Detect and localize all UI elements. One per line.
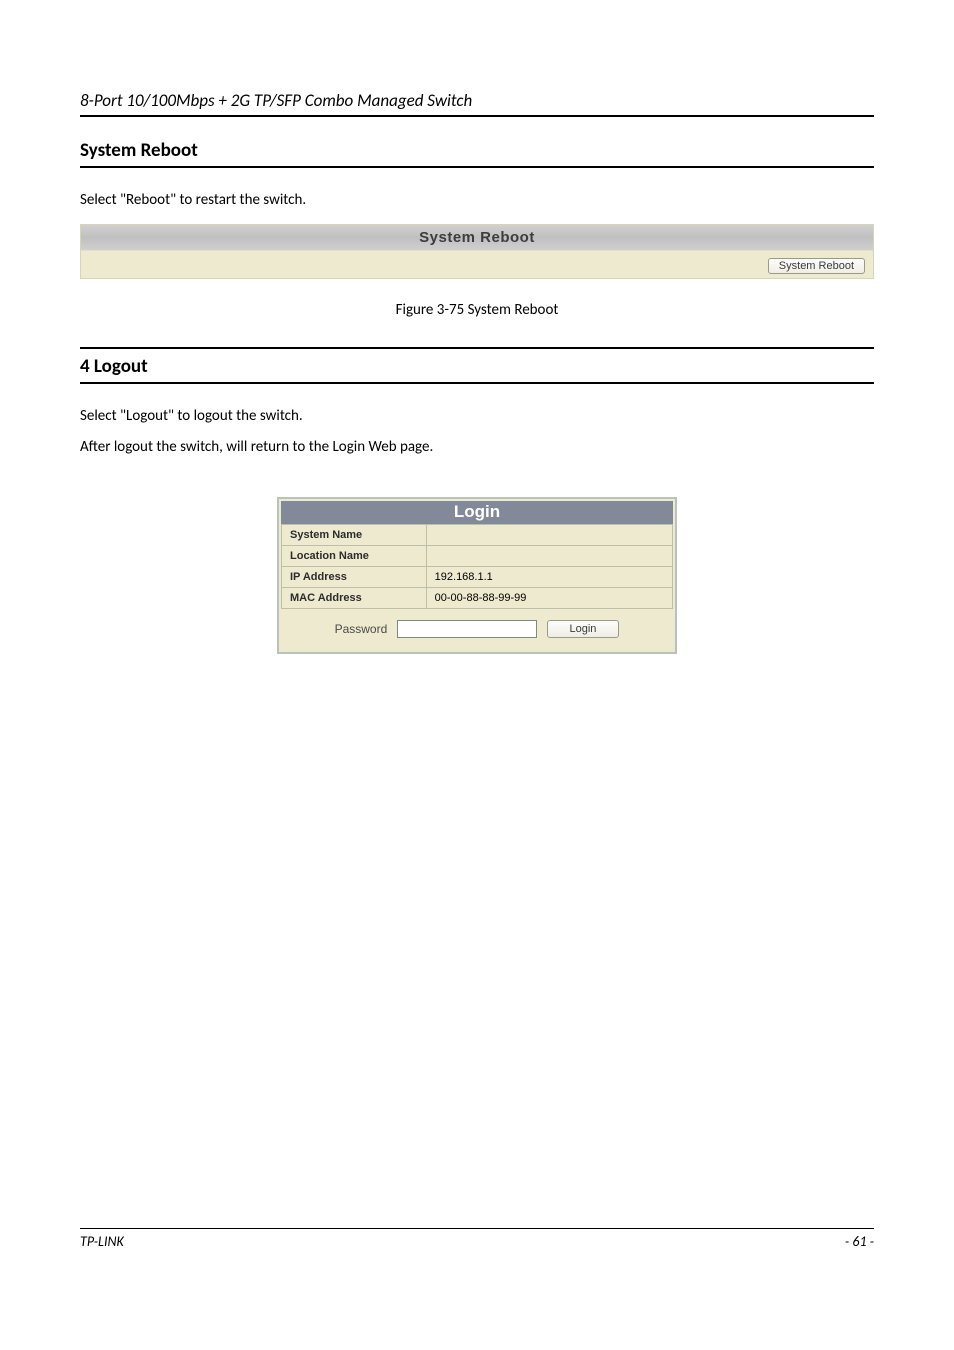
chapter-rule-bottom	[80, 382, 874, 384]
login-row-label: Location Name	[282, 545, 427, 566]
login-button[interactable]: Login	[547, 620, 620, 638]
logout-description-2: After logout the switch, will return to …	[80, 437, 874, 457]
table-row: MAC Address 00-00-88-88-99-99	[282, 587, 673, 608]
section-title-system-reboot: System Reboot	[80, 139, 874, 162]
login-box-title: Login	[281, 501, 673, 524]
system-reboot-panel-body: System Reboot	[81, 250, 873, 278]
login-row-label: MAC Address	[282, 587, 427, 608]
login-footer: Password Login	[281, 609, 673, 650]
document-product-header: 8-Port 10/100Mbps + 2G TP/SFP Combo Mana…	[80, 90, 874, 111]
password-label: Password	[335, 622, 388, 636]
footer-rule	[80, 1228, 874, 1229]
login-row-value: 00-00-88-88-99-99	[426, 587, 672, 608]
system-reboot-button[interactable]: System Reboot	[768, 258, 865, 274]
page-footer: TP-LINK - 61 -	[80, 1228, 874, 1250]
login-info-table: System Name Location Name IP Address 192…	[281, 524, 673, 609]
table-row: System Name	[282, 524, 673, 545]
login-box: Login System Name Location Name IP Addre…	[277, 497, 677, 654]
reboot-description: Select "Reboot" to restart the switch.	[80, 190, 874, 210]
footer-brand: TP-LINK	[80, 1233, 124, 1250]
logout-description-1: Select "Logout" to logout the switch.	[80, 406, 874, 426]
figure-caption-reboot: Figure 3-75 System Reboot	[80, 301, 874, 319]
login-row-value: 192.168.1.1	[426, 566, 672, 587]
section-rule-reboot	[80, 166, 874, 168]
login-row-label: IP Address	[282, 566, 427, 587]
login-row-label: System Name	[282, 524, 427, 545]
chapter-title-logout: 4 Logout	[80, 355, 874, 378]
login-row-value	[426, 545, 672, 566]
header-rule	[80, 115, 874, 117]
product-name: 8-Port 10/100Mbps + 2G TP/SFP Combo Mana…	[80, 90, 472, 111]
chapter-rule-top	[80, 347, 874, 349]
system-reboot-panel-title: System Reboot	[81, 225, 873, 250]
table-row: IP Address 192.168.1.1	[282, 566, 673, 587]
system-reboot-panel: System Reboot System Reboot	[80, 224, 874, 279]
login-row-value	[426, 524, 672, 545]
table-row: Location Name	[282, 545, 673, 566]
footer-page-number: - 61 -	[845, 1233, 874, 1250]
password-input[interactable]	[397, 620, 537, 638]
